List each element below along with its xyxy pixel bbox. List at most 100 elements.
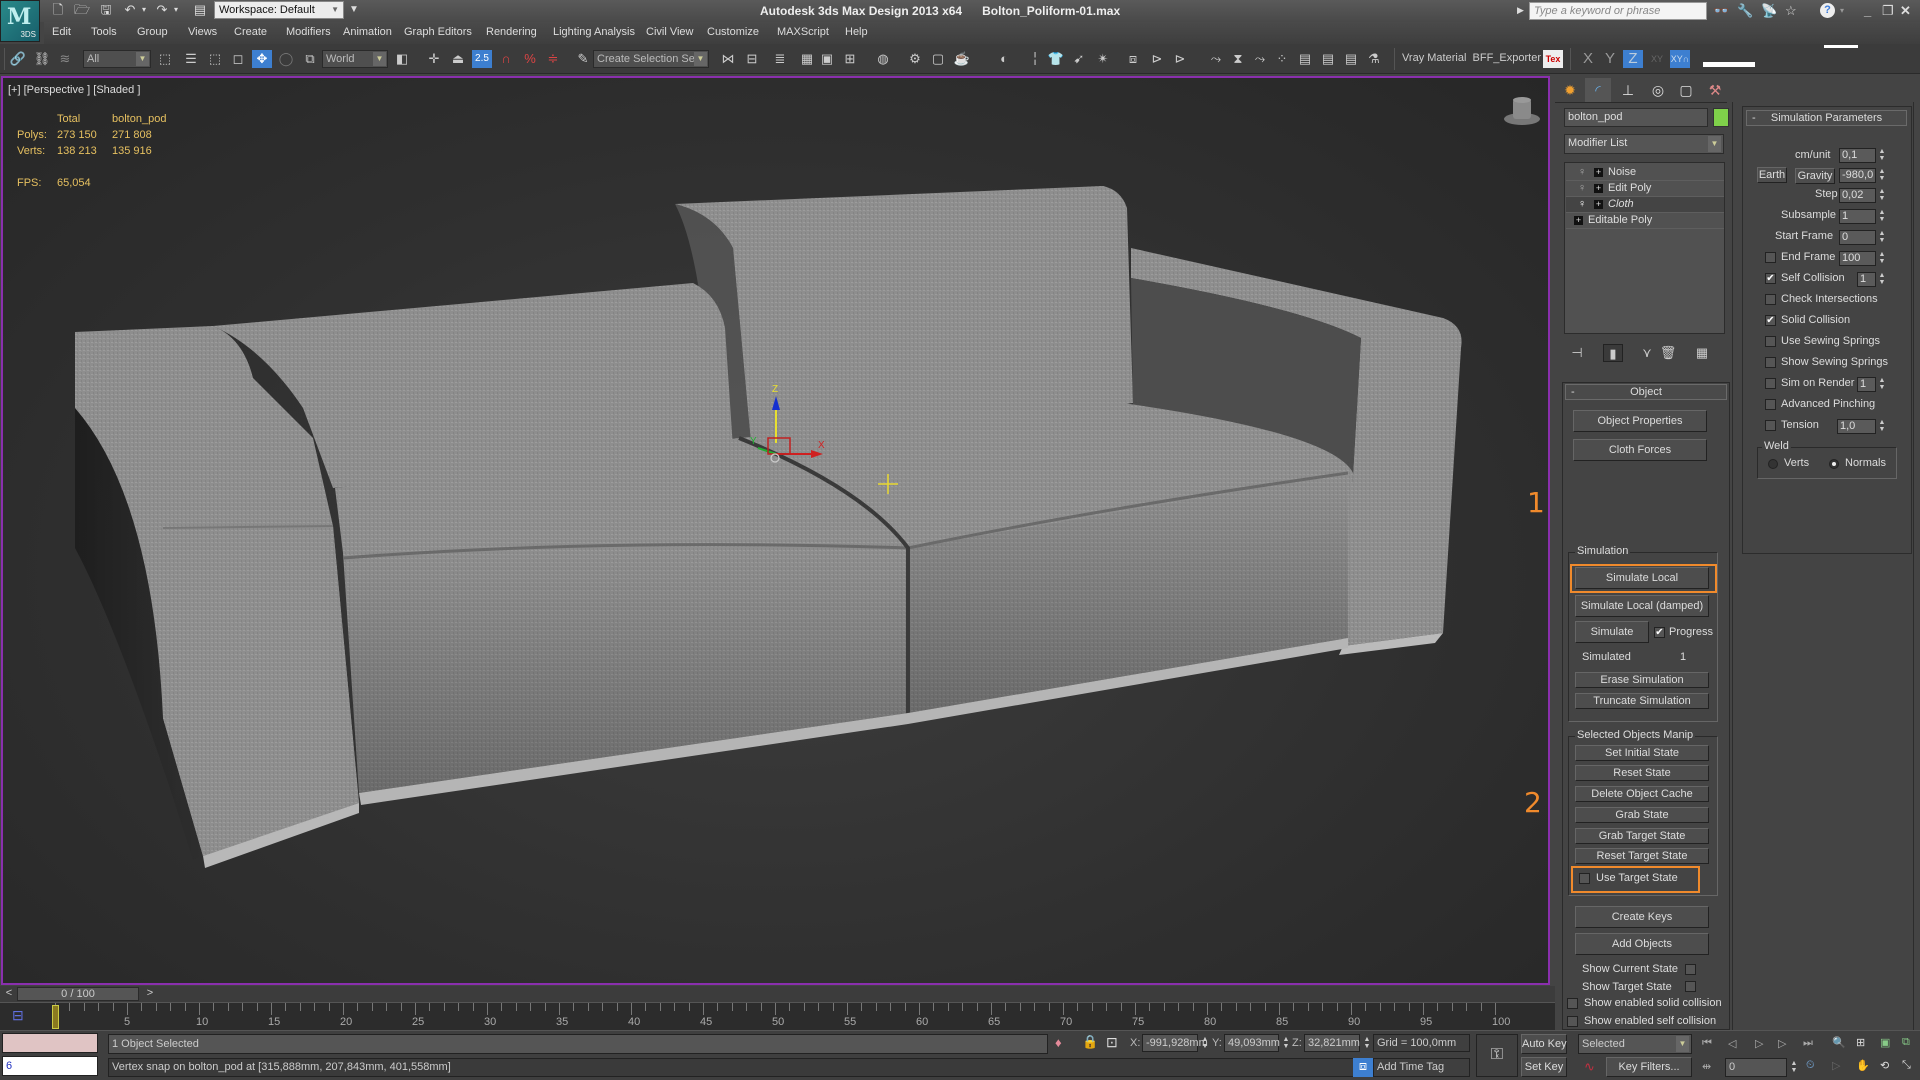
- menu-customize[interactable]: Customize: [707, 26, 759, 38]
- menu-group[interactable]: Group: [137, 26, 168, 38]
- key-mode-toggle-icon[interactable]: ⇹: [1702, 1060, 1711, 1073]
- select-object-icon[interactable]: ⬚: [155, 50, 175, 68]
- expand-plus-icon[interactable]: +: [1574, 216, 1583, 225]
- workspace-dropdown[interactable]: Workspace: Default ▼: [214, 1, 344, 19]
- add-time-tag-button[interactable]: Add Time Tag: [1373, 1058, 1470, 1077]
- expand-plus-icon[interactable]: +: [1594, 200, 1603, 209]
- menu-maxscript[interactable]: MAXScript: [777, 26, 829, 38]
- snaps-toggle-icon[interactable]: 2.5: [472, 50, 492, 68]
- script-tool-4-icon[interactable]: ⁘: [1272, 50, 1292, 68]
- script-tool-1-icon[interactable]: ⤳: [1206, 50, 1226, 68]
- rectangular-selection-icon[interactable]: ⬚: [205, 50, 225, 68]
- next-key-icon[interactable]: ▷: [1778, 1037, 1786, 1050]
- layer-manager-icon[interactable]: ≣: [770, 50, 790, 68]
- weld-verts-radio[interactable]: [1768, 459, 1778, 469]
- script-tool-6-icon[interactable]: ▤: [1318, 50, 1338, 68]
- script-tool-7-icon[interactable]: ▤: [1341, 50, 1361, 68]
- menu-views[interactable]: Views: [188, 26, 217, 38]
- reset-state-button[interactable]: Reset State: [1575, 765, 1709, 781]
- redo-dropdown-icon[interactable]: ▾: [168, 2, 184, 18]
- key-mode-dropdown[interactable]: Selected ▼: [1578, 1034, 1692, 1054]
- window-crossing-icon[interactable]: ◻: [228, 50, 248, 68]
- named-selection-dropdown[interactable]: Create Selection Se ▼: [593, 50, 709, 68]
- show-sewing-springs-checkbox[interactable]: [1765, 357, 1776, 368]
- binoculars-icon[interactable]: 👓: [1713, 3, 1729, 19]
- step-spinner[interactable]: 0,02: [1839, 188, 1876, 203]
- x-coord-field[interactable]: -991,928mm: [1142, 1034, 1208, 1052]
- expand-plus-icon[interactable]: +: [1594, 168, 1603, 177]
- mirror-icon[interactable]: ⋈: [718, 50, 738, 68]
- reset-target-state-button[interactable]: Reset Target State: [1575, 848, 1709, 864]
- object-properties-button[interactable]: Object Properties: [1573, 410, 1707, 432]
- end-frame-spinner[interactable]: 100: [1839, 251, 1876, 266]
- project-folder-icon[interactable]: ▤: [192, 2, 208, 18]
- time-slider-track[interactable]: < 0 / 100 >: [0, 986, 1555, 1002]
- help-search-input[interactable]: Type a keyword or phrase: [1529, 2, 1707, 20]
- show-solid-collision-checkbox[interactable]: [1567, 998, 1578, 1009]
- zoom-extents-all-icon[interactable]: ⧉: [1902, 1036, 1910, 1049]
- create-keys-button[interactable]: Create Keys: [1575, 906, 1709, 928]
- maxscript-listener-output[interactable]: [2, 1033, 98, 1053]
- expand-search-icon[interactable]: ▶: [1517, 5, 1524, 16]
- maximize-viewport-icon[interactable]: ⤡: [1902, 1059, 1911, 1072]
- material-editor-icon[interactable]: ◍: [873, 50, 893, 68]
- select-and-link-icon[interactable]: 🔗: [8, 50, 28, 68]
- tab-utilities-icon[interactable]: ⚒: [1702, 78, 1728, 102]
- custom-tool-4-icon[interactable]: ➹: [1069, 50, 1089, 68]
- spinner-arrows-icon[interactable]: ▲ ▼: [1878, 272, 1886, 287]
- gravity-spinner[interactable]: -980,0: [1839, 168, 1876, 183]
- cloth-tool-icon[interactable]: 👕: [1046, 50, 1066, 68]
- remove-modifier-icon[interactable]: 🗑: [1658, 344, 1678, 362]
- spinner-arrows-icon[interactable]: ▲ ▼: [1363, 1036, 1371, 1051]
- modifier-item-editable-poly[interactable]: + Editable Poly: [1566, 213, 1724, 229]
- axis-z-button[interactable]: Z: [1623, 50, 1643, 68]
- menu-create[interactable]: Create: [234, 26, 267, 38]
- custom-tool-1-icon[interactable]: ◐: [994, 50, 1014, 68]
- menu-civil-view[interactable]: Civil View: [646, 26, 693, 38]
- save-file-icon[interactable]: 🖫: [98, 2, 114, 18]
- object-rollout-header[interactable]: - Object: [1565, 384, 1727, 400]
- bulb-icon[interactable]: ♀: [1578, 165, 1586, 180]
- spinner-arrows-icon[interactable]: ▲ ▼: [1790, 1060, 1798, 1075]
- minimize-icon[interactable]: _: [1864, 3, 1871, 18]
- bff-exporter-button[interactable]: BFF_Exporter: [1473, 52, 1541, 64]
- tex-tool-icon[interactable]: Tex: [1543, 50, 1563, 68]
- add-objects-button[interactable]: Add Objects: [1575, 933, 1709, 955]
- show-target-state-checkbox[interactable]: [1685, 981, 1696, 992]
- zoom-icon[interactable]: 🔍: [1832, 1036, 1846, 1049]
- grab-state-button[interactable]: Grab State: [1575, 807, 1709, 823]
- object-color-swatch[interactable]: [1713, 108, 1729, 127]
- manipulate-icon[interactable]: ✛: [424, 50, 444, 68]
- menu-animation[interactable]: Animation: [343, 26, 392, 38]
- axis-x-button[interactable]: X: [1578, 50, 1598, 68]
- bulb-icon[interactable]: ♀: [1578, 197, 1586, 212]
- menu-tools[interactable]: Tools: [91, 26, 117, 38]
- configure-modifier-sets-icon[interactable]: ▦: [1692, 344, 1712, 362]
- pin-stack-icon[interactable]: ⊣: [1567, 344, 1587, 362]
- select-and-scale-icon[interactable]: ⧉: [300, 50, 320, 68]
- gravity-button[interactable]: Gravity: [1795, 168, 1835, 184]
- menu-lighting-analysis[interactable]: Lighting Analysis: [553, 26, 635, 38]
- bind-to-space-warp-icon[interactable]: ≋: [55, 50, 75, 68]
- erase-simulation-button[interactable]: Erase Simulation: [1575, 672, 1709, 688]
- modifier-list-dropdown[interactable]: Modifier List ▼: [1564, 134, 1724, 154]
- tab-hierarchy-icon[interactable]: ⊥: [1615, 78, 1641, 102]
- next-frame-button[interactable]: >: [143, 987, 157, 1001]
- self-collision-spinner[interactable]: 1: [1857, 272, 1876, 287]
- menu-modifiers[interactable]: Modifiers: [286, 26, 331, 38]
- axis-constraint-snap-icon[interactable]: XY∩: [1670, 50, 1690, 68]
- unlink-selection-icon[interactable]: ⛓: [32, 50, 52, 68]
- adaptive-degradation-icon[interactable]: ⧈: [1353, 1058, 1373, 1077]
- go-to-start-icon[interactable]: ⏮: [1702, 1037, 1712, 1050]
- tab-display-icon[interactable]: ▢: [1673, 78, 1699, 102]
- script-tool-3-icon[interactable]: ⤳: [1250, 50, 1270, 68]
- sim-params-header[interactable]: - Simulation Parameters: [1746, 110, 1907, 126]
- spinner-arrows-icon[interactable]: ▲ ▼: [1878, 209, 1886, 224]
- bulb-icon[interactable]: ♀: [1578, 181, 1586, 196]
- go-to-end-icon[interactable]: ⏭: [1803, 1037, 1813, 1050]
- auto-key-button[interactable]: Auto Key: [1521, 1034, 1567, 1054]
- menu-rendering[interactable]: Rendering: [486, 26, 537, 38]
- current-frame-field[interactable]: 0: [1725, 1058, 1787, 1077]
- new-file-icon[interactable]: 🗋: [50, 2, 66, 18]
- custom-tool-7-icon[interactable]: ⊳: [1147, 50, 1167, 68]
